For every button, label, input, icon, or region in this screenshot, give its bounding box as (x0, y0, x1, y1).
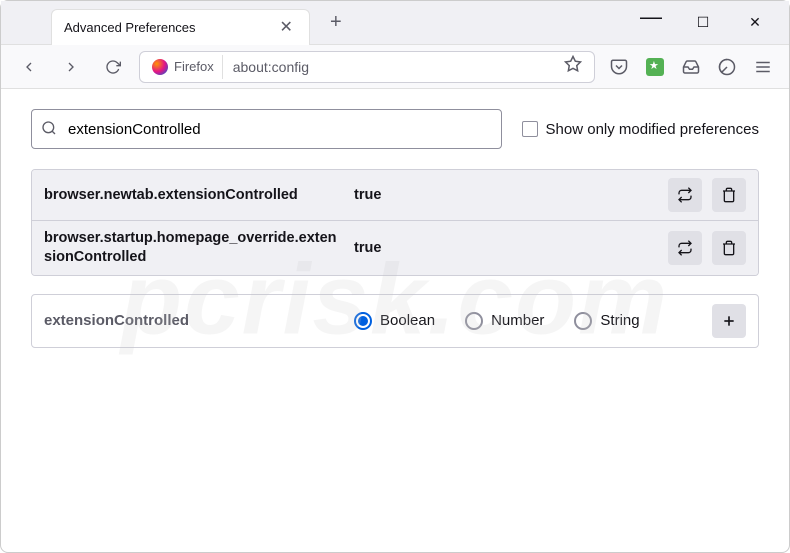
inbox-icon[interactable] (677, 53, 705, 81)
show-modified-checkbox[interactable]: Show only modified preferences (522, 121, 759, 138)
type-options: Boolean Number String (344, 312, 712, 330)
pref-value: true (344, 187, 668, 203)
url-text: about:config (223, 59, 556, 75)
radio-number[interactable]: Number (465, 312, 544, 330)
pref-actions (668, 231, 746, 265)
radio-icon (354, 312, 372, 330)
minimize-button[interactable]: — (637, 4, 665, 31)
new-tab-button[interactable]: + (322, 7, 350, 38)
checkbox-icon (522, 121, 538, 137)
app-menu-button[interactable] (749, 53, 777, 81)
dashboard-icon[interactable] (713, 53, 741, 81)
browser-tab[interactable]: Advanced Preferences ✕ (51, 9, 310, 45)
radio-string[interactable]: String (574, 312, 639, 330)
radio-boolean[interactable]: Boolean (354, 312, 435, 330)
radio-label: Boolean (380, 312, 435, 329)
pref-value: true (344, 240, 668, 256)
radio-label: Number (491, 312, 544, 329)
radio-label: String (600, 312, 639, 329)
trash-icon (721, 187, 737, 203)
pocket-icon[interactable] (605, 53, 633, 81)
pref-row: browser.startup.homepage_override.extens… (32, 221, 758, 275)
maximize-button[interactable]: ☐ (689, 14, 717, 31)
swap-icon (677, 187, 693, 203)
radio-icon (465, 312, 483, 330)
window-controls: — ☐ ✕ (637, 14, 789, 31)
forward-button[interactable] (55, 51, 87, 83)
close-window-button[interactable]: ✕ (741, 14, 769, 31)
reload-button[interactable] (97, 51, 129, 83)
about-config-content: Show only modified preferences browser.n… (1, 89, 789, 368)
bookmark-star-icon[interactable] (556, 55, 590, 78)
new-pref-row: extensionControlled Boolean Number Strin… (31, 294, 759, 348)
new-pref-actions (712, 304, 746, 338)
navigation-toolbar: Firefox about:config (1, 45, 789, 89)
search-input[interactable] (31, 109, 502, 149)
search-row: Show only modified preferences (31, 109, 759, 149)
back-button[interactable] (13, 51, 45, 83)
radio-icon (574, 312, 592, 330)
extension-icon[interactable] (641, 53, 669, 81)
pref-row: browser.newtab.extensionControlled true (32, 170, 758, 221)
site-identity[interactable]: Firefox (144, 55, 223, 79)
toggle-button[interactable] (668, 178, 702, 212)
plus-icon (721, 313, 737, 329)
swap-icon (677, 240, 693, 256)
url-bar[interactable]: Firefox about:config (139, 51, 595, 83)
search-box (31, 109, 502, 149)
pref-actions (668, 178, 746, 212)
search-icon (41, 120, 57, 141)
delete-button[interactable] (712, 231, 746, 265)
firefox-logo-icon (152, 59, 168, 75)
titlebar: Advanced Preferences ✕ + — ☐ ✕ (1, 1, 789, 45)
checkbox-label: Show only modified preferences (546, 121, 759, 138)
toggle-button[interactable] (668, 231, 702, 265)
delete-button[interactable] (712, 178, 746, 212)
pref-name: browser.startup.homepage_override.extens… (44, 229, 344, 267)
close-tab-icon[interactable]: ✕ (276, 15, 297, 39)
add-button[interactable] (712, 304, 746, 338)
preferences-table: browser.newtab.extensionControlled true … (31, 169, 759, 276)
new-pref-name: extensionControlled (44, 312, 344, 329)
trash-icon (721, 240, 737, 256)
toolbar-actions (605, 53, 777, 81)
tab-title: Advanced Preferences (64, 20, 196, 35)
pref-name: browser.newtab.extensionControlled (44, 186, 344, 205)
identity-label: Firefox (174, 59, 214, 74)
